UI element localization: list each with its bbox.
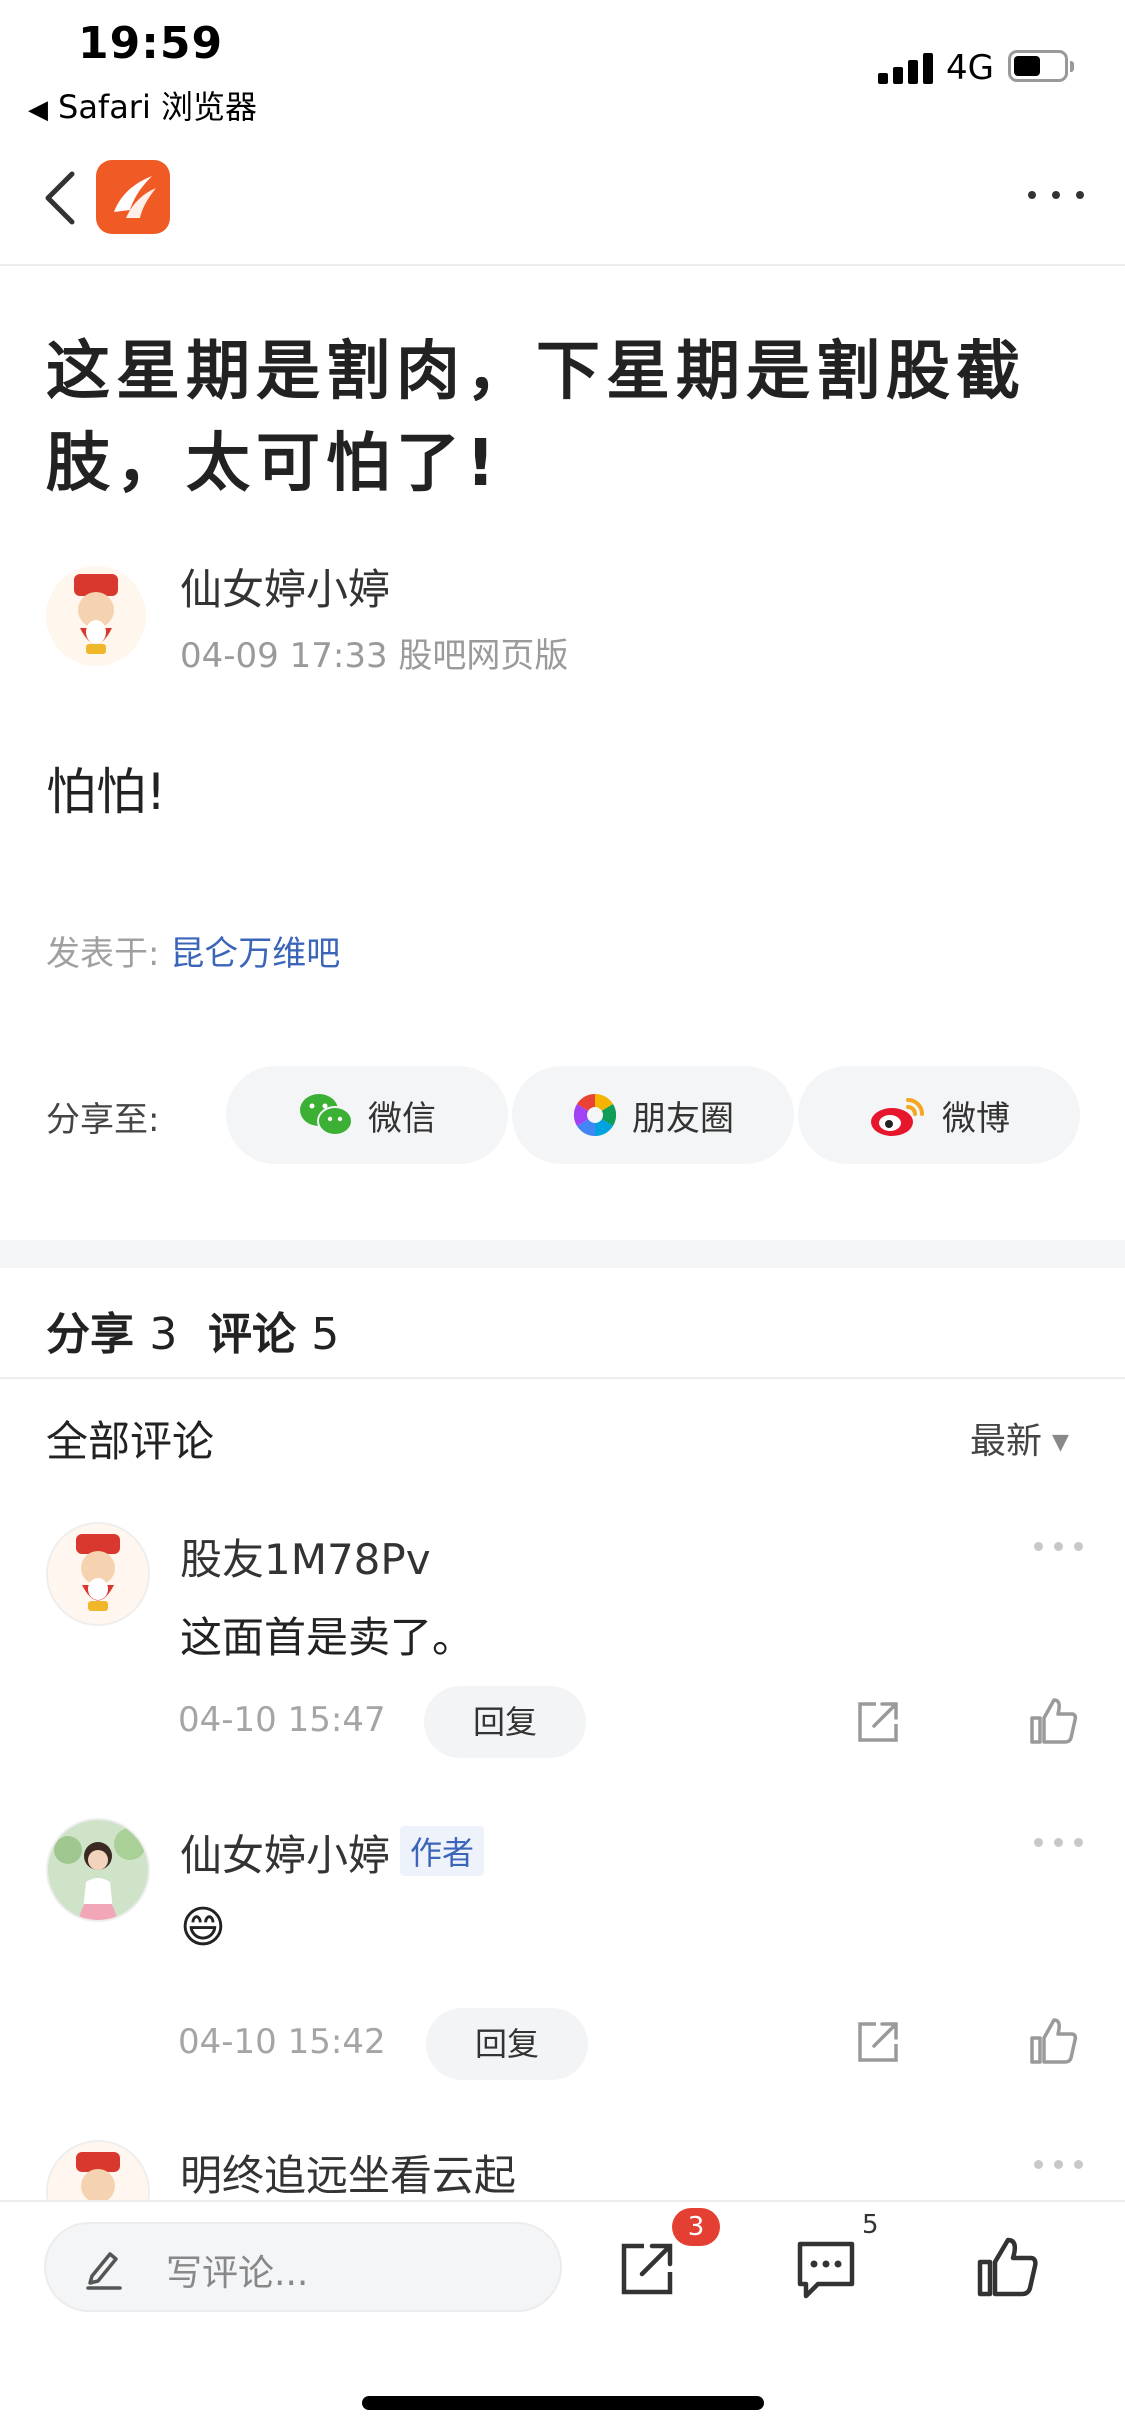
share-comment-counts: 分享 3 评论 5 (46, 1298, 339, 1362)
like-icon[interactable] (1028, 1696, 1078, 1746)
comment-count-label: 评论 (207, 1309, 296, 1360)
back-app-label: Safari 浏览器 (58, 88, 258, 126)
comment-time: 04-10 15:47 (178, 1700, 386, 1740)
post-meta: 04-09 17:33 股吧网页版 (180, 636, 569, 676)
all-comments-heading: 全部评论 (46, 1417, 215, 1466)
back-triangle-icon: ◀ (28, 95, 48, 125)
comment-avatar[interactable] (46, 1818, 150, 1922)
share-comment-icon[interactable] (854, 1698, 902, 1746)
signal-icon (878, 52, 936, 84)
weibo-icon (871, 1098, 924, 1136)
post-title: 这星期是割肉，下星期是割股截肢，太可怕了! (46, 335, 1026, 501)
sort-dropdown[interactable]: 最新 ▼ (970, 1412, 1069, 1464)
comment-count: 5 (311, 1309, 340, 1360)
comment-author-name[interactable]: 明终追远坐看云起 (180, 2142, 516, 2203)
share-icon[interactable] (618, 2240, 676, 2298)
share-count-label: 分享 (46, 1309, 134, 1360)
back-to-app-link[interactable]: ◀ Safari 浏览器 (28, 82, 257, 128)
pencil-icon (86, 2252, 122, 2290)
home-indicator (362, 2396, 764, 2410)
share-weibo-button[interactable]: 微博 (798, 1066, 1080, 1164)
comment-more-icon[interactable] (1034, 1542, 1084, 1554)
comment-text: 这面首是卖了。 (180, 1613, 475, 1662)
share-moments-button[interactable]: 朋友圈 (512, 1066, 794, 1164)
write-comment-placeholder: 写评论... (166, 2253, 309, 2294)
like-icon[interactable] (1028, 2016, 1078, 2066)
post-body: 怕怕! (46, 763, 167, 821)
comment-time: 04-10 15:42 (178, 2022, 386, 2062)
share-wechat-label: 微信 (368, 1098, 436, 1139)
author-avatar[interactable] (46, 566, 146, 666)
comment-avatar[interactable] (46, 1522, 150, 1626)
back-arrow-icon[interactable] (40, 168, 80, 228)
reply-button[interactable]: 回复 (424, 1686, 586, 1758)
share-weibo-label: 微博 (942, 1098, 1010, 1139)
nav-divider (0, 264, 1125, 266)
share-wechat-button[interactable]: 微信 (226, 1066, 508, 1164)
section-separator (0, 1240, 1125, 1268)
more-options-icon[interactable] (1020, 180, 1092, 210)
status-time: 19:59 (78, 18, 224, 69)
posted-in-label: 发表于: (46, 934, 160, 974)
sort-label: 最新 (970, 1421, 1043, 1462)
counts-divider (0, 1377, 1125, 1379)
reply-button[interactable]: 回复 (426, 2008, 588, 2080)
share-label: 分享至: (46, 1100, 160, 1140)
author-badge: 作者 (400, 1826, 485, 1876)
bottom-comment-count: 5 (862, 2210, 879, 2240)
like-post-icon[interactable] (976, 2236, 1038, 2298)
app-logo-icon[interactable] (96, 160, 170, 234)
share-count-badge: 3 (672, 2208, 720, 2246)
posted-in: 发表于: 昆仑万维吧 (46, 926, 340, 975)
network-type: 4G (946, 48, 994, 88)
stock-bar-link[interactable]: 昆仑万维吧 (170, 934, 340, 974)
write-comment-input[interactable]: 写评论... (44, 2222, 562, 2312)
comment-author-name[interactable]: 股友1M78Pv (180, 1526, 431, 1587)
share-moments-label: 朋友圈 (632, 1098, 734, 1139)
moments-icon (573, 1093, 617, 1137)
comment-text: 😄 (180, 1902, 226, 1953)
share-comment-icon[interactable] (854, 2018, 902, 2066)
post-author-name[interactable]: 仙女婷小婷 (180, 556, 390, 617)
comment-author-name[interactable]: 仙女婷小婷 作者 (180, 1822, 485, 1883)
caret-down-icon: ▼ (1052, 1430, 1069, 1455)
comment-icon[interactable] (796, 2240, 856, 2300)
comment-author-label: 仙女婷小婷 (180, 1831, 391, 1880)
share-count: 3 (149, 1309, 178, 1360)
wechat-icon (300, 1094, 353, 1136)
comment-more-icon[interactable] (1034, 1838, 1084, 1850)
battery-icon (1008, 50, 1074, 82)
comment-more-icon[interactable] (1034, 2160, 1084, 2172)
